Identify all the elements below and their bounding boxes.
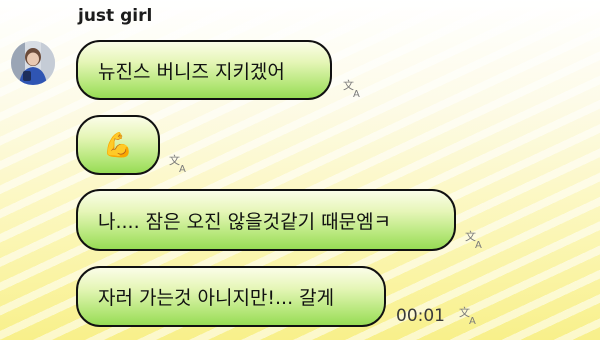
message-text: 나.... 잠은 오진 않을것같기 때문엠ㅋ xyxy=(98,210,392,233)
svg-text:A: A xyxy=(469,316,476,325)
message-text: 뉴진스 버니즈 지키겠어 xyxy=(98,60,285,83)
message-bubble[interactable]: 나.... 잠은 오진 않을것같기 때문엠ㅋ xyxy=(76,189,456,251)
translate-icon[interactable]: 文 A xyxy=(343,78,365,98)
message-bubble[interactable]: 자러 가는것 아니지만!... 갈게 xyxy=(76,266,386,327)
svg-text:A: A xyxy=(179,164,186,173)
avatar[interactable] xyxy=(11,41,55,85)
svg-text:A: A xyxy=(475,240,482,249)
translate-icon[interactable]: 文 A xyxy=(169,153,191,173)
message-bubble[interactable]: 뉴진스 버니즈 지키겠어 xyxy=(76,40,332,100)
message-timestamp: 00:01 xyxy=(396,306,445,326)
svg-text:A: A xyxy=(353,89,360,98)
message-text: 자러 가는것 아니지만!... 갈게 xyxy=(98,287,335,309)
flexed-biceps-emoji: 💪 xyxy=(103,131,133,159)
translate-icon[interactable]: 文 A xyxy=(459,305,481,325)
sender-name: just girl xyxy=(78,6,153,26)
translate-icon[interactable]: 文 A xyxy=(465,229,487,249)
message-bubble[interactable]: 💪 xyxy=(76,115,160,175)
